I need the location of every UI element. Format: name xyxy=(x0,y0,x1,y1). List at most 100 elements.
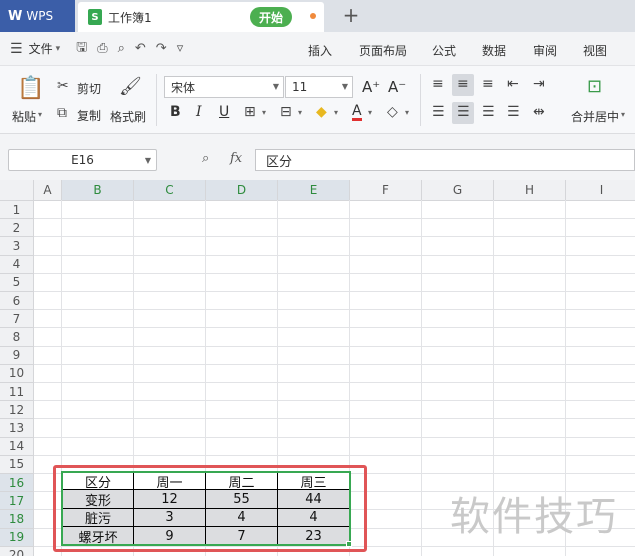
print-preview-icon[interactable]: ⌕ xyxy=(118,41,125,56)
row-header-6[interactable]: 6 xyxy=(0,292,34,311)
cut-button[interactable]: 剪切 xyxy=(77,80,101,97)
borders-chevron-down-icon[interactable]: ▾ xyxy=(262,108,266,117)
fill-color-chevron-down-icon[interactable]: ▾ xyxy=(334,108,338,117)
undo-icon[interactable]: ↶ xyxy=(135,41,146,56)
font-color-chevron-down-icon[interactable]: ▾ xyxy=(368,108,372,117)
column-header-h[interactable]: H xyxy=(494,180,566,201)
insert-function-button[interactable]: fx xyxy=(230,151,242,166)
redo-icon[interactable]: ↷ xyxy=(156,41,167,56)
tab-formulas[interactable]: 公式 xyxy=(432,42,456,59)
font-color-button[interactable]: A xyxy=(352,104,362,121)
customize-toolbar-icon[interactable]: ▿ xyxy=(177,41,184,56)
unsaved-indicator-icon xyxy=(310,13,316,19)
align-center-icon[interactable]: ☰ xyxy=(457,104,470,120)
copy-button[interactable]: 复制 xyxy=(77,107,101,124)
column-header-b[interactable]: B xyxy=(62,180,134,201)
font-name-chevron-down-icon: ▼ xyxy=(272,82,279,91)
decrease-font-button[interactable]: A⁻ xyxy=(388,78,406,96)
row-header-7[interactable]: 7 xyxy=(0,310,34,329)
grid-line xyxy=(34,382,635,383)
row-header-5[interactable]: 5 xyxy=(0,273,34,292)
scissors-icon[interactable]: ✂ xyxy=(57,78,69,94)
row-header-2[interactable]: 2 xyxy=(0,219,34,238)
row-header-8[interactable]: 8 xyxy=(0,328,34,347)
row-header-16[interactable]: 16 xyxy=(0,474,34,493)
format-painter-button[interactable]: 格式刷 xyxy=(110,108,146,125)
column-header-a[interactable]: A xyxy=(34,180,62,201)
row-header-10[interactable]: 10 xyxy=(0,364,34,383)
conditional-format-chevron-down-icon[interactable]: ▾ xyxy=(298,108,302,117)
align-top-icon[interactable]: ≡ xyxy=(432,76,444,92)
tab-review[interactable]: 审阅 xyxy=(533,42,557,59)
font-size-chevron-down-icon: ▼ xyxy=(341,82,348,91)
column-header-e[interactable]: E xyxy=(278,180,350,201)
align-bottom-icon[interactable]: ≡ xyxy=(482,76,494,92)
align-right-icon[interactable]: ☰ xyxy=(482,104,495,120)
file-menu-chevron-down-icon[interactable]: ▾ xyxy=(56,44,61,54)
new-tab-button[interactable]: + xyxy=(341,3,361,27)
paste-button[interactable]: 粘贴 xyxy=(12,108,36,125)
tab-page-layout[interactable]: 页面布局 xyxy=(359,42,407,59)
align-left-icon[interactable]: ☰ xyxy=(432,104,445,120)
row-header-15[interactable]: 15 xyxy=(0,455,34,474)
column-header-f[interactable]: F xyxy=(350,180,422,201)
name-box[interactable]: E16 ▼ xyxy=(8,149,157,171)
clear-format-icon[interactable]: ◇ xyxy=(387,104,398,120)
justify-icon[interactable]: ☰ xyxy=(507,104,520,120)
borders-icon[interactable]: ⊞ xyxy=(244,104,256,120)
merge-center-chevron-down-icon[interactable]: ▾ xyxy=(621,110,625,119)
fill-color-icon[interactable]: ◆ xyxy=(316,104,327,120)
merge-center-button[interactable]: 合并居中 xyxy=(571,108,619,125)
row-header-1[interactable]: 1 xyxy=(0,201,34,220)
decrease-indent-icon[interactable]: ⇤ xyxy=(507,76,519,92)
cell-reference: E16 xyxy=(71,153,94,167)
row-header-9[interactable]: 9 xyxy=(0,346,34,365)
underline-button[interactable]: U xyxy=(219,104,229,120)
row-header-4[interactable]: 4 xyxy=(0,255,34,274)
select-all-corner[interactable] xyxy=(0,180,34,201)
tab-start[interactable]: 开始 xyxy=(250,7,292,27)
tab-data[interactable]: 数据 xyxy=(482,42,506,59)
clear-format-chevron-down-icon[interactable]: ▾ xyxy=(405,108,409,117)
formula-input[interactable]: 区分 xyxy=(255,149,635,171)
font-size-select[interactable]: 11 ▼ xyxy=(285,76,353,98)
print-icon[interactable]: ⎙ xyxy=(97,41,107,56)
row-header-19[interactable]: 19 xyxy=(0,528,34,547)
font-name-value: 宋体 xyxy=(171,80,196,95)
file-menu[interactable]: 文件 xyxy=(29,40,53,57)
row-header-17[interactable]: 17 xyxy=(0,492,34,511)
row-header-18[interactable]: 18 xyxy=(0,510,34,529)
increase-indent-icon[interactable]: ⇥ xyxy=(533,76,545,92)
row-header-20[interactable]: 20 xyxy=(0,546,34,556)
format-painter-icon[interactable]: 🖌 xyxy=(119,76,142,97)
row-header-14[interactable]: 14 xyxy=(0,437,34,456)
merge-center-icon[interactable]: ⊡ xyxy=(587,76,602,97)
copy-icon[interactable]: ⧉ xyxy=(57,105,67,121)
row-header-12[interactable]: 12 xyxy=(0,401,34,420)
grid-line xyxy=(34,218,635,220)
column-header-i[interactable]: I xyxy=(566,180,635,201)
italic-button[interactable]: I xyxy=(196,104,202,120)
tab-insert[interactable]: 插入 xyxy=(308,42,332,59)
paste-icon[interactable]: 📋 xyxy=(17,76,44,101)
column-header-c[interactable]: C xyxy=(134,180,206,201)
hamburger-menu-icon[interactable]: ☰ xyxy=(10,41,23,57)
zoom-search-icon[interactable]: ⌕ xyxy=(202,151,209,166)
row-header-11[interactable]: 11 xyxy=(0,383,34,402)
wps-home-tab[interactable]: W WPS xyxy=(0,0,75,32)
column-header-d[interactable]: D xyxy=(206,180,278,201)
distributed-align-icon[interactable]: ⇹ xyxy=(533,104,545,120)
tab-view[interactable]: 视图 xyxy=(583,42,607,59)
align-middle-icon[interactable]: ≡ xyxy=(457,76,469,92)
font-name-select[interactable]: 宋体 ▼ xyxy=(164,76,284,98)
row-header-3[interactable]: 3 xyxy=(0,237,34,256)
grid-line xyxy=(34,236,635,238)
paste-chevron-down-icon[interactable]: ▾ xyxy=(38,110,42,119)
save-icon[interactable]: 🖫 xyxy=(76,38,87,60)
column-header-g[interactable]: G xyxy=(422,180,494,201)
increase-font-button[interactable]: A⁺ xyxy=(362,78,380,96)
bold-button[interactable]: B xyxy=(170,104,181,120)
conditional-format-icon[interactable]: ⊟ xyxy=(280,104,292,120)
wps-app-name: WPS xyxy=(26,9,54,23)
row-header-13[interactable]: 13 xyxy=(0,419,34,438)
